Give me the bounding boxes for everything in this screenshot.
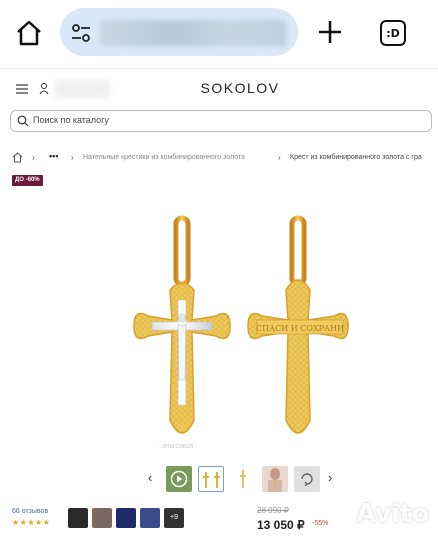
- new-tab-icon[interactable]: [316, 18, 344, 46]
- thumbnail-360[interactable]: [294, 466, 320, 492]
- breadcrumb-separator-icon: ›: [71, 153, 74, 162]
- breadcrumb-item-current: Крест из комбинированного золота с гра: [290, 154, 422, 161]
- user-icon[interactable]: [39, 82, 49, 95]
- more-review-photos-button[interactable]: +9: [164, 508, 184, 528]
- thumbnail-side[interactable]: [230, 466, 256, 492]
- browser-toolbar: :D: [0, 0, 438, 64]
- review-photo[interactable]: [68, 508, 88, 528]
- breadcrumb-item-category[interactable]: Нательные крестики из комбинированного з…: [83, 154, 245, 161]
- review-photo[interactable]: [116, 508, 136, 528]
- review-photo[interactable]: [140, 508, 160, 528]
- breadcrumb-separator-icon: ›: [32, 153, 35, 162]
- play-icon: [170, 470, 188, 488]
- search-icon: [17, 115, 29, 127]
- engraving-text: СПАСИ И СОХРАНИ: [256, 324, 344, 333]
- thumbnail-front-back[interactable]: [198, 466, 224, 492]
- thumbnail-strip: ‹ ›: [0, 464, 438, 496]
- divider: [0, 68, 438, 69]
- model-photo-icon: [268, 468, 282, 492]
- cross-side-icon: [240, 470, 246, 488]
- cross-back: СПАСИ И СОХРАНИ: [247, 215, 349, 434]
- search-input[interactable]: Поиск по каталогу: [10, 110, 432, 132]
- chevron-right-icon[interactable]: ›: [328, 470, 332, 485]
- brand-logo[interactable]: SOKOLOV: [180, 80, 300, 96]
- rating-stars: ★★★★★: [12, 518, 51, 527]
- rotate-360-icon: [301, 473, 313, 487]
- site-header: SOKOLOV: [0, 70, 438, 108]
- image-watermark: …ИТЫ СОКОЛ: [158, 444, 193, 450]
- url-text-blurred: [100, 20, 286, 46]
- address-bar[interactable]: [60, 8, 298, 56]
- breadcrumb: › ••• › Нательные крестики из комбиниров…: [12, 152, 438, 166]
- blurred-header-area: [54, 80, 110, 98]
- discount-badge: ДО -60%: [12, 175, 43, 186]
- breadcrumb-more[interactable]: •••: [49, 152, 58, 161]
- current-price: 13 050 ₽: [257, 518, 305, 532]
- menu-icon[interactable]: [16, 84, 28, 94]
- avito-watermark: Avito: [356, 499, 429, 529]
- old-price: 28 990 ₽: [257, 506, 289, 515]
- breadcrumb-home-icon[interactable]: [12, 152, 23, 163]
- reviews-link[interactable]: 66 отзывов: [12, 508, 48, 515]
- product-image[interactable]: СПАСИ И СОХРАНИ: [120, 210, 370, 460]
- price-discount: -55%: [312, 520, 329, 527]
- breadcrumb-separator-icon: ›: [278, 153, 281, 162]
- cross-pair-icon: [203, 472, 220, 488]
- chevron-left-icon[interactable]: ‹: [148, 470, 152, 485]
- tabs-switcher-button[interactable]: :D: [380, 20, 406, 46]
- home-icon[interactable]: [14, 18, 44, 48]
- cross-front: [133, 215, 231, 434]
- thumbnail-model[interactable]: [262, 466, 288, 492]
- thumbnail-video[interactable]: [166, 466, 192, 492]
- review-photo[interactable]: [92, 508, 112, 528]
- site-settings-icon[interactable]: [70, 22, 92, 44]
- search-placeholder: Поиск по каталогу: [33, 115, 109, 125]
